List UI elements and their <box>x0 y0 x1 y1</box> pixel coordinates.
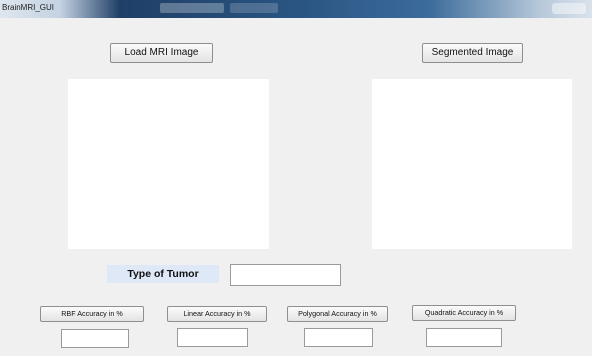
window-controls[interactable] <box>552 3 586 14</box>
title-bar: BrainMRI_GUI <box>0 0 592 18</box>
segmented-image-panel <box>372 79 572 249</box>
window-title: BrainMRI_GUI <box>2 3 55 12</box>
segmented-image-button[interactable]: Segmented Image <box>422 43 523 63</box>
original-image-panel <box>68 79 269 249</box>
type-of-tumor-label: Type of Tumor <box>107 265 219 283</box>
type-of-tumor-field[interactable] <box>230 264 341 286</box>
polygonal-accuracy-field[interactable] <box>304 328 373 347</box>
linear-accuracy-field[interactable] <box>177 328 248 347</box>
quadratic-accuracy-button[interactable]: Quadratic Accuracy in % <box>412 305 516 321</box>
rbf-accuracy-button[interactable]: RBF Accuracy in % <box>40 306 144 322</box>
quadratic-accuracy-field[interactable] <box>426 328 502 347</box>
load-mri-image-button[interactable]: Load MRI Image <box>110 43 213 63</box>
rbf-accuracy-field[interactable] <box>61 329 129 348</box>
polygonal-accuracy-button[interactable]: Polygonal Accuracy in % <box>287 306 388 322</box>
taskbar-tab-blur <box>230 3 278 13</box>
linear-accuracy-button[interactable]: Linear Accuracy in % <box>167 306 267 322</box>
taskbar-tab-blur <box>160 3 224 13</box>
